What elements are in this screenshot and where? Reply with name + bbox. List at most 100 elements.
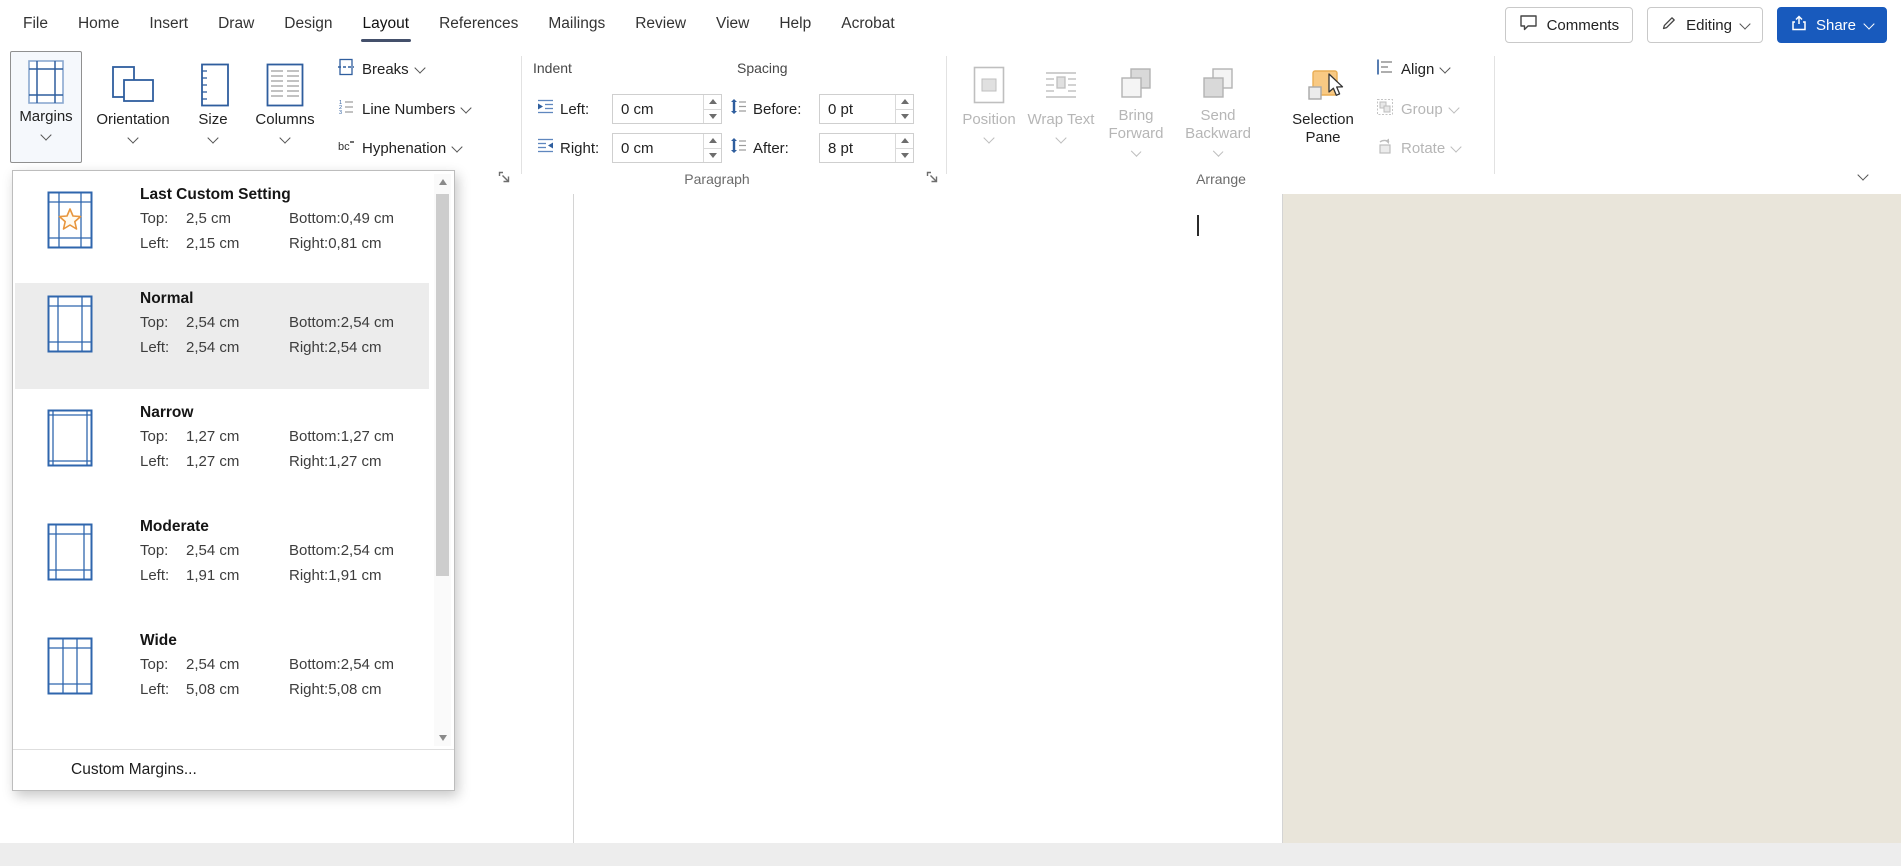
tab-review[interactable]: Review	[620, 0, 701, 48]
menubar-right-cluster: Comments Editing Share	[1504, 7, 1887, 43]
indent-left-icon	[537, 98, 554, 120]
scroll-up-arrow[interactable]	[434, 174, 451, 190]
spin-up-button[interactable]	[896, 95, 913, 109]
spacing-after-icon	[730, 137, 747, 159]
rotate-label: Rotate	[1401, 139, 1446, 157]
chevron-down-icon	[127, 132, 139, 144]
tab-view[interactable]: View	[701, 0, 764, 48]
tab-draw[interactable]: Draw	[203, 0, 269, 48]
share-button[interactable]: Share	[1776, 7, 1887, 43]
tab-help[interactable]: Help	[764, 0, 826, 48]
spacing-heading: Spacing	[737, 60, 788, 76]
chevron-down-icon	[207, 132, 219, 144]
margins-button[interactable]: Margins	[10, 51, 82, 163]
spacing-before-input[interactable]: 0 pt	[819, 94, 914, 124]
indent-right-icon	[537, 137, 554, 159]
spacing-after-value: 8 pt	[828, 139, 854, 157]
spin-up-button[interactable]	[704, 134, 721, 148]
margins-preset-normal[interactable]: Normal Top: 2,54 cm Bottom:2,54 cm Left:…	[15, 283, 429, 389]
custom-margins-item[interactable]: Custom Margins...	[13, 750, 454, 789]
tab-references[interactable]: References	[424, 0, 533, 48]
orientation-button[interactable]: Orientation	[88, 55, 178, 155]
paragraph-group-caption: Paragraph	[684, 171, 750, 187]
group-button: Group	[1376, 94, 1460, 124]
line-numbers-button[interactable]: 1 2 3 Line Numbers	[337, 94, 473, 124]
spin-down-button[interactable]	[896, 108, 913, 124]
tab-design[interactable]: Design	[269, 0, 347, 48]
page-setup-dialog-launcher[interactable]	[497, 170, 512, 185]
canvas-background	[1282, 194, 1901, 843]
preset-top-label: Top:	[140, 542, 169, 559]
hyphenation-icon: bc	[337, 137, 355, 159]
chevron-down-icon	[279, 132, 291, 144]
spacing-after-input[interactable]: 8 pt	[819, 133, 914, 163]
tab-acrobat[interactable]: Acrobat	[826, 0, 909, 48]
spinner	[895, 95, 913, 123]
chevron-down-icon	[983, 132, 995, 144]
line-numbers-label: Line Numbers	[362, 100, 456, 118]
columns-button[interactable]: Columns	[246, 55, 324, 155]
preset-name: Last Custom Setting	[140, 186, 291, 203]
hyphenation-button[interactable]: bc Hyphenation	[337, 133, 463, 163]
group-label: Group	[1401, 100, 1443, 118]
size-button[interactable]: Size	[186, 55, 240, 155]
spin-up-button[interactable]	[704, 95, 721, 109]
preset-left-value: 5,08 cm	[186, 681, 240, 698]
tab-layout[interactable]: Layout	[348, 0, 425, 48]
preset-left-label: Left:	[140, 339, 170, 356]
rotate-icon	[1376, 137, 1394, 159]
size-label: Size	[198, 111, 228, 128]
margins-preset-narrow[interactable]: Narrow Top: 1,27 cm Bottom:1,27 cm Left:…	[15, 397, 429, 503]
scroll-down-arrow[interactable]	[434, 730, 451, 746]
chevron-down-icon	[460, 101, 473, 114]
margins-menu-scrollbar[interactable]	[434, 174, 451, 746]
spacing-before-value: 0 pt	[828, 100, 854, 118]
preset-name: Normal	[140, 290, 194, 307]
paragraph-dialog-launcher[interactable]	[925, 170, 940, 185]
position-icon	[973, 59, 1005, 111]
columns-label: Columns	[255, 111, 315, 128]
spin-down-button[interactable]	[704, 108, 721, 124]
chevron-down-icon	[40, 129, 52, 141]
document-page[interactable]	[573, 194, 1283, 843]
spin-down-button[interactable]	[704, 147, 721, 163]
chevron-down-icon	[1450, 140, 1462, 153]
margins-icon	[28, 56, 64, 108]
spin-down-button[interactable]	[896, 147, 913, 163]
columns-icon	[266, 59, 304, 111]
indent-left-input[interactable]: 0 cm	[612, 94, 722, 124]
margins-preset-moderate[interactable]: Moderate Top: 2,54 cm Bottom:2,54 cm Lef…	[15, 511, 429, 617]
preset-left-value: 2,15 cm	[186, 235, 240, 252]
selection-pane-button[interactable]: Selection Pane	[1282, 55, 1364, 155]
tab-mailings[interactable]: Mailings	[533, 0, 620, 48]
custom-margins-label: Custom Margins...	[71, 760, 197, 778]
preset-left-label: Left:	[140, 453, 170, 470]
spacing-after-label: After:	[753, 139, 789, 157]
collapse-ribbon-button[interactable]	[1850, 166, 1876, 186]
bottom-strip	[0, 843, 1901, 866]
scrollbar-thumb[interactable]	[436, 194, 449, 576]
send-backward-icon	[1201, 59, 1235, 107]
indent-heading: Indent	[533, 60, 572, 76]
tab-insert[interactable]: Insert	[134, 0, 203, 48]
selection-pane-label: Selection Pane	[1292, 111, 1354, 146]
align-button[interactable]: Align	[1376, 54, 1452, 84]
comments-button[interactable]: Comments	[1504, 7, 1634, 43]
chevron-down-icon	[1439, 61, 1452, 74]
indent-right-input[interactable]: 0 cm	[612, 133, 722, 163]
preset-left-label: Left:	[140, 681, 170, 698]
tab-file[interactable]: File	[8, 0, 63, 48]
preset-bottom: Bottom:2,54 cm	[289, 314, 395, 331]
orientation-icon	[111, 59, 155, 111]
preset-right: Right:2,54 cm	[289, 339, 382, 356]
spinner	[895, 134, 913, 162]
margins-preset-wide[interactable]: Wide Top: 2,54 cm Bottom:2,54 cm Left: 5…	[15, 625, 429, 731]
breaks-button[interactable]: Breaks	[337, 54, 426, 84]
tab-home[interactable]: Home	[63, 0, 134, 48]
send-backward-button: Send Backward	[1177, 55, 1259, 157]
editing-button[interactable]: Editing	[1647, 7, 1763, 43]
spin-up-button[interactable]	[896, 134, 913, 148]
margins-preset-last-custom[interactable]: Last Custom Setting Top: 2,5 cm Bottom:0…	[15, 179, 429, 285]
group-separator	[521, 56, 522, 174]
margin-page-icon	[47, 191, 93, 285]
